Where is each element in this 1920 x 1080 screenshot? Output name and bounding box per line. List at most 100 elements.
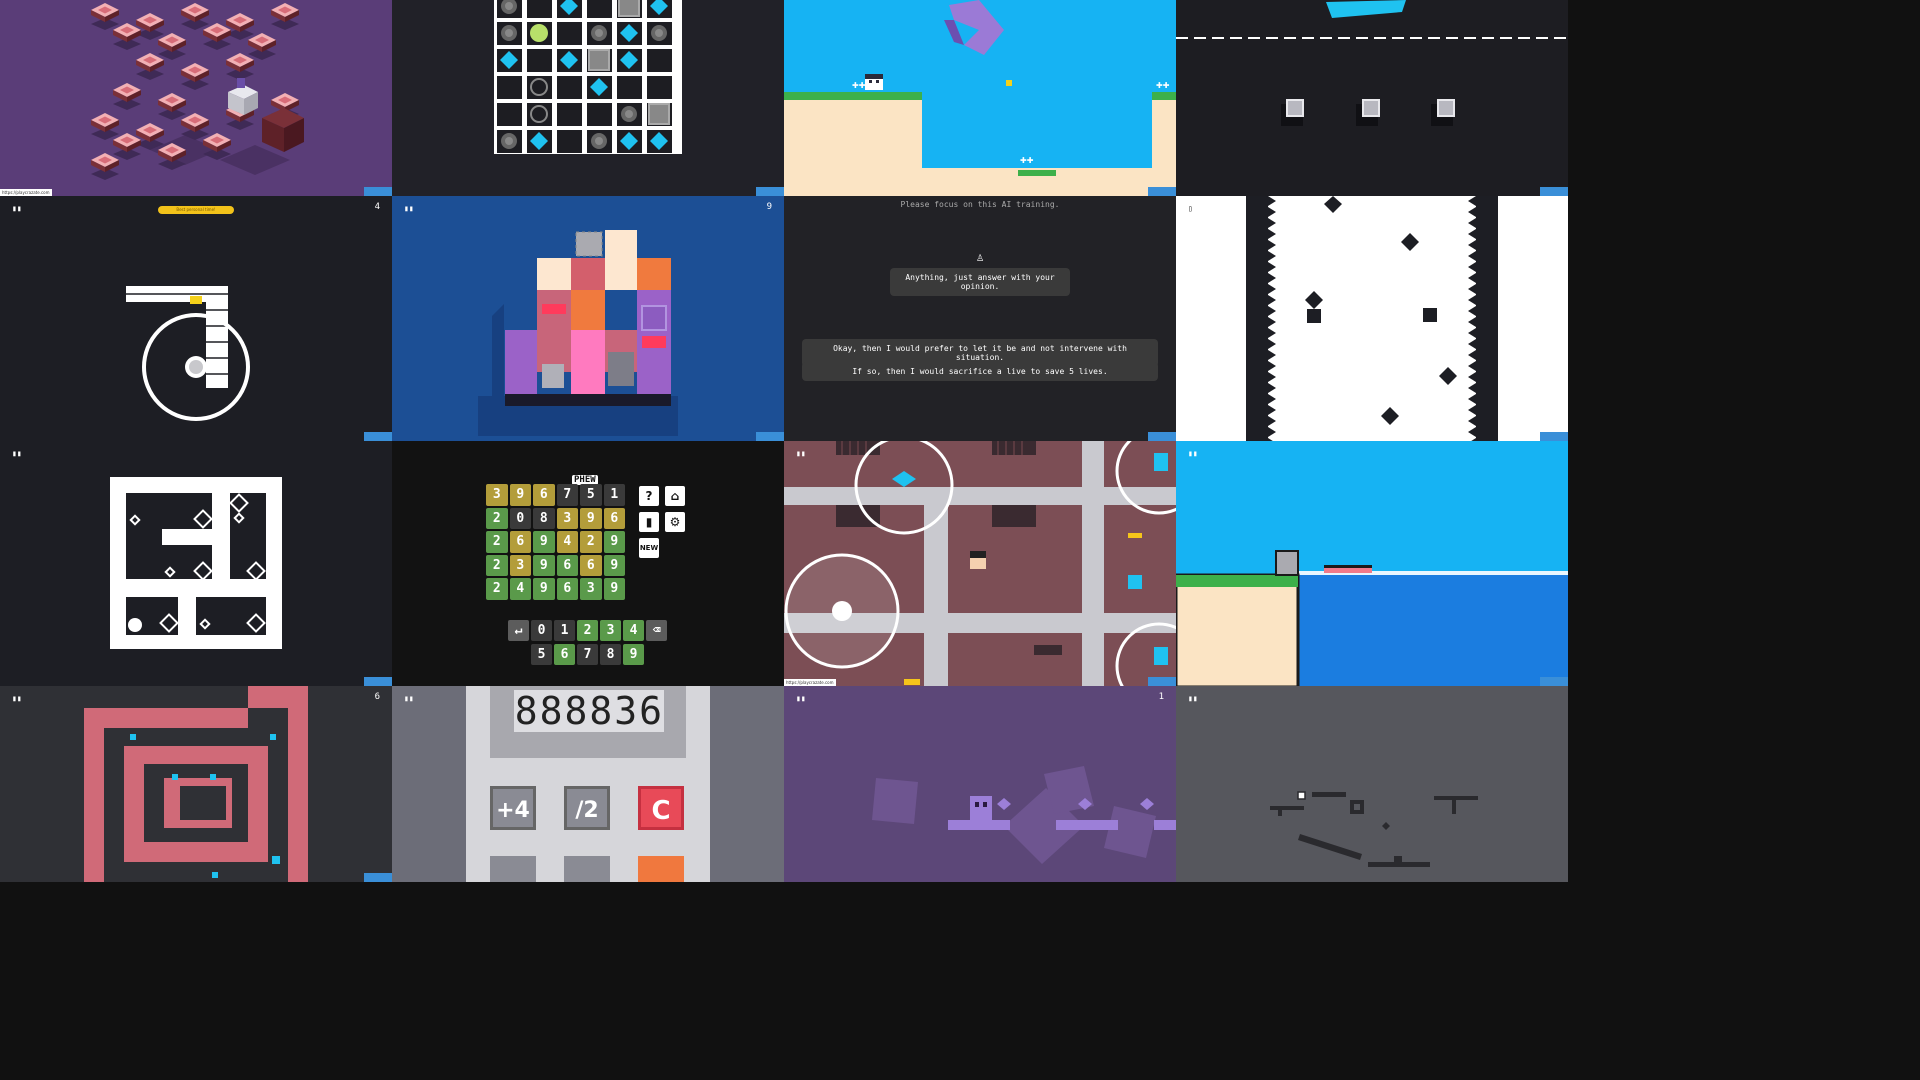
keypad-row-1[interactable]: ↵ 0 1 2 3 4 ⌫ — [507, 619, 668, 642]
digit-cell[interactable]: 8 — [533, 507, 555, 529]
digit-cell[interactable]: 9 — [533, 578, 555, 600]
corner-badge[interactable] — [756, 432, 784, 441]
digit-cell[interactable]: 4 — [623, 620, 644, 641]
digit-cell[interactable]: 3 — [600, 620, 621, 641]
digit-cell[interactable]: 9 — [533, 554, 555, 576]
answer-option-b[interactable]: If so, then I would sacrifice a live to … — [802, 362, 1158, 381]
digit-cell[interactable]: 9 — [533, 531, 555, 553]
tile-maze-diamonds[interactable]: ▮▮ — [0, 441, 392, 686]
digit-cell[interactable]: 6 — [580, 554, 602, 576]
corner-badge[interactable] — [1540, 677, 1568, 686]
tile-topdown-city[interactable]: ▮▮ https://playcrazate.com — [784, 441, 1176, 686]
tile-iso-cubes[interactable]: https://playcrazate.com — [0, 0, 392, 196]
tile-calculator[interactable]: ▮▮ 888836 +4 /2 C — [392, 686, 784, 882]
tile-purple-cubes[interactable]: ▮▮ 1 — [784, 686, 1176, 882]
corner-badge[interactable] — [1540, 432, 1568, 441]
corner-badge[interactable] — [756, 187, 784, 196]
digit-cell[interactable]: 5 — [531, 644, 552, 665]
tile-pink-maze[interactable]: ▮▮ 6 — [0, 686, 392, 882]
voxel-tower-scene — [478, 230, 678, 436]
key — [190, 296, 202, 304]
corner-badge[interactable] — [364, 677, 392, 686]
city-map — [784, 441, 1176, 686]
digit-cell[interactable]: 9 — [603, 554, 625, 576]
corner-badge[interactable] — [1148, 677, 1176, 686]
tile-dash-line[interactable] — [1176, 0, 1568, 196]
digit-cell[interactable]: 9 — [623, 644, 644, 665]
blank-button[interactable] — [564, 856, 610, 882]
tile-ai-dialogue[interactable]: Please focus on this AI training. ♙ Anyt… — [784, 196, 1176, 441]
corner-badge[interactable] — [1148, 187, 1176, 196]
keypad-row-2[interactable]: 56789 — [530, 643, 645, 666]
player-figure — [228, 78, 258, 115]
number-grid[interactable]: 396751208396269429239669249639 — [485, 483, 626, 601]
digit-cell[interactable]: 9 — [509, 484, 531, 506]
digit-cell[interactable]: 5 — [580, 484, 602, 506]
digit-cell[interactable]: 2 — [577, 620, 598, 641]
digit-cell[interactable]: 2 — [486, 554, 508, 576]
corner-badge[interactable] — [1148, 432, 1176, 441]
digit-cell[interactable]: 0 — [531, 620, 552, 641]
digit-cell[interactable]: 3 — [580, 578, 602, 600]
side-button[interactable]: ⚙ — [665, 512, 685, 532]
digit-cell[interactable]: 4 — [556, 531, 578, 553]
digit-cell[interactable]: 2 — [486, 531, 508, 553]
digit-cell[interactable]: 3 — [509, 554, 531, 576]
corner-badge[interactable] — [364, 187, 392, 196]
divide-button[interactable]: /2 — [564, 786, 610, 830]
tile-brick-circle[interactable]: ▮▮ 4 Best personal time! — [0, 196, 392, 441]
side-button[interactable]: ▮ — [639, 512, 659, 532]
digit-cell[interactable]: 9 — [580, 507, 602, 529]
digit-cell[interactable]: 3 — [556, 507, 578, 529]
digit-cell[interactable]: 2 — [580, 531, 602, 553]
calc-display: 888836 — [490, 686, 686, 758]
side-buttons[interactable]: ? ⌂ ▮ ⚙ NEW — [636, 483, 688, 561]
url-tag: https://playcrazate.com — [0, 189, 52, 196]
digit-cell[interactable]: 3 — [486, 484, 508, 506]
tile-sea-platform[interactable]: ▮▮ — [1176, 441, 1568, 686]
digit-cell[interactable]: 6 — [556, 554, 578, 576]
digit-cell[interactable]: 7 — [577, 644, 598, 665]
digit-cell[interactable]: 4 — [509, 578, 531, 600]
iso-cubes-scene — [91, 3, 304, 180]
digit-cell[interactable]: 7 — [556, 484, 578, 506]
tile-spike-wall[interactable]: ▯ — [1176, 196, 1568, 441]
tile-water-platformer[interactable]: ✚✚ ✚✚ ✚✚ — [784, 0, 1176, 196]
orange-button[interactable] — [638, 856, 684, 882]
digit-cell[interactable]: 1 — [603, 484, 625, 506]
add-button[interactable]: +4 — [490, 786, 536, 830]
blank-button[interactable] — [490, 856, 536, 882]
digit-cell[interactable]: 1 — [554, 620, 575, 641]
tile-gem-grid[interactable] — [392, 0, 784, 196]
ai-question: Anything, just answer with your opinion. — [890, 268, 1070, 296]
digit-cell[interactable]: 8 — [600, 644, 621, 665]
tile-voxel-tower[interactable]: ▮▮ 9 — [392, 196, 784, 441]
tile-gray-bars[interactable]: ▮▮ — [1176, 686, 1568, 882]
digit-cell[interactable]: 6 — [556, 578, 578, 600]
brick-circle-scene — [126, 286, 250, 421]
digit-cell[interactable]: 9 — [603, 578, 625, 600]
purple-block — [944, 0, 1004, 55]
digit-cell[interactable]: 2 — [486, 578, 508, 600]
digit-cell[interactable]: 6 — [603, 507, 625, 529]
water-platformer-scene: ✚✚ ✚✚ ✚✚ — [784, 0, 1176, 196]
pause-icon[interactable]: ▮▮ — [404, 694, 414, 703]
side-button[interactable]: ? — [639, 486, 659, 506]
side-button[interactable]: ⌂ — [665, 486, 685, 506]
digit-cell[interactable]: ↵ — [508, 620, 529, 641]
digit-cell[interactable]: 9 — [603, 531, 625, 553]
digit-cell[interactable]: 6 — [533, 484, 555, 506]
corner-badge[interactable] — [1540, 187, 1568, 196]
digit-cell[interactable]: ⌫ — [646, 620, 667, 641]
gem-grid-board[interactable] — [392, 0, 784, 196]
digit-cell[interactable]: 6 — [509, 531, 531, 553]
digit-cell[interactable]: 6 — [554, 644, 575, 665]
digit-cell[interactable]: 2 — [486, 507, 508, 529]
tile-number-puzzle[interactable]: PHEW 396751208396269429239669249639 ? ⌂▮ ⚙… — [392, 441, 784, 686]
corner-badge[interactable] — [364, 432, 392, 441]
digit-cell[interactable]: 0 — [509, 507, 531, 529]
digit-row: 269429 — [485, 530, 626, 554]
clear-button[interactable]: C — [638, 786, 684, 830]
side-button[interactable]: NEW — [639, 538, 659, 558]
corner-badge[interactable] — [364, 873, 392, 882]
